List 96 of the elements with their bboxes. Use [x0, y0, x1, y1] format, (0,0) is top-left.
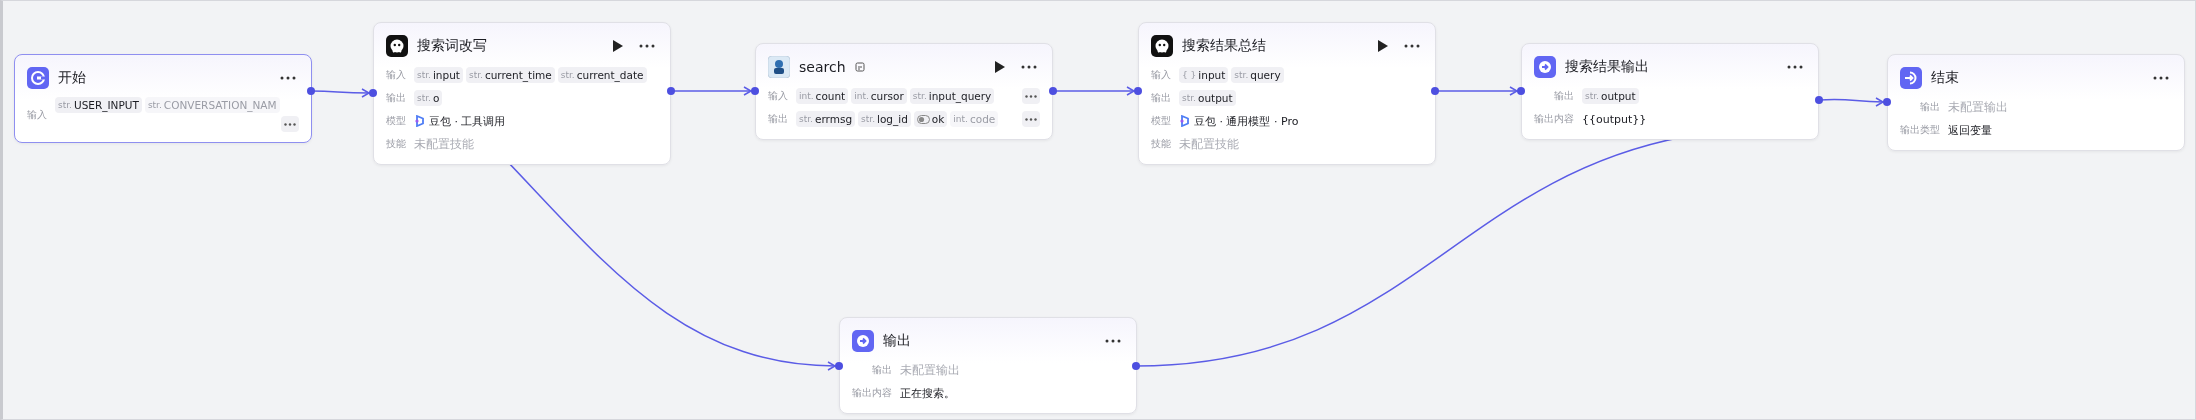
more-icon[interactable]: [639, 44, 655, 48]
toggle-icon: [916, 114, 930, 124]
connection-port[interactable]: [1134, 87, 1142, 95]
node-title: 结束: [1931, 69, 1959, 87]
variable-tag: str. o: [414, 90, 443, 106]
field-label: 输出内容: [852, 386, 892, 400]
field-label: 输入: [1151, 68, 1171, 82]
field-value: 返回变量: [1948, 122, 1992, 138]
node-card[interactable]: 搜索结果输出 输出 str. output 输出内容 {{output}}: [1521, 43, 1819, 140]
field-value: 未配置技能: [414, 135, 474, 153]
more-icon[interactable]: [1021, 65, 1037, 69]
connection-port[interactable]: [369, 89, 377, 97]
variable-tag: str. USER_INPUT: [55, 97, 142, 113]
more-icon[interactable]: [2153, 76, 2169, 80]
plugin-tag-icon: [854, 62, 865, 72]
field-value: 未配置技能: [1179, 135, 1239, 153]
start-icon: [27, 67, 49, 89]
model-name: 豆包 · 工具调用: [414, 113, 506, 129]
model-name: 豆包 · 通用模型 · Pro: [1179, 113, 1299, 129]
field-value: 未配置输出: [900, 361, 960, 379]
field-label: 输出: [1554, 89, 1574, 103]
more-icon[interactable]: [1105, 339, 1121, 343]
field-label: 输入: [386, 68, 406, 82]
field-value: 正在搜索。: [900, 385, 955, 401]
connection-port[interactable]: [1431, 87, 1439, 95]
field-label: 模型: [1151, 114, 1171, 128]
bot-icon: [1151, 35, 1173, 57]
node-title: 开始: [58, 69, 86, 87]
field-label: 输出: [1920, 100, 1940, 114]
variable-tag: ok: [913, 111, 948, 127]
node-card[interactable]: 结束 输出 未配置输出 输出类型 返回变量: [1887, 54, 2185, 151]
variable-tag: str. log_id: [858, 111, 911, 127]
more-icon: [1025, 94, 1037, 98]
field-label: 输出: [872, 363, 892, 377]
field-label: 技能: [1151, 137, 1171, 151]
node-card[interactable]: search 输入 int. count int. cursor str. input_query 输出 str. errmsg str. log_id ok int. code: [755, 43, 1053, 140]
model-logo-icon: [414, 115, 425, 127]
more-icon[interactable]: [280, 76, 296, 80]
node-title: 输出: [883, 332, 911, 350]
variable-tag: str. output: [1179, 90, 1236, 106]
variable-tag: str. CONVERSATION_NAM: [144, 97, 280, 113]
connection-port[interactable]: [1883, 98, 1891, 106]
node-title: 搜索词改写: [417, 37, 487, 55]
connection-port[interactable]: [307, 87, 315, 95]
variable-tag: str. current_date: [557, 67, 647, 83]
field-label: 输出类型: [1900, 123, 1940, 137]
variable-tag: str. current_time: [465, 67, 555, 83]
end-icon: [1900, 67, 1922, 89]
more-icon: [1025, 117, 1037, 121]
variable-tag: str. errmsg: [796, 111, 856, 127]
bot-icon: [386, 35, 408, 57]
plugin-icon: [768, 56, 790, 78]
field-label: 输入: [27, 107, 47, 122]
connection-port[interactable]: [835, 362, 843, 370]
node-title: 搜索结果总结: [1182, 37, 1266, 55]
variable-tag: str. input: [414, 67, 463, 83]
connection-port[interactable]: [1815, 96, 1823, 104]
play-icon[interactable]: [1378, 40, 1388, 52]
more-icon[interactable]: [1404, 44, 1420, 48]
connection-port[interactable]: [1049, 87, 1057, 95]
node-card[interactable]: 搜索词改写 输入 str. input str. current_time str. current_date 输出 str. o 模型 豆包 · 工具调用 技能 未配置技能: [373, 22, 671, 165]
node-card[interactable]: 输出 输出 未配置输出 输出内容 正在搜索。: [839, 317, 1137, 414]
variable-tag: str. output: [1582, 88, 1639, 104]
field-label: 模型: [386, 114, 406, 128]
node-card[interactable]: 搜索结果总结 输入 { } input str. query 输出 str. output 模型 豆包 · 通用模型 · Pro 技能 未配置技能: [1138, 22, 1436, 165]
output-icon: [852, 330, 874, 352]
node-title: 搜索结果输出: [1565, 58, 1649, 76]
connection-port[interactable]: [667, 87, 675, 95]
more-icon[interactable]: [1787, 65, 1803, 69]
field-label: 输出内容: [1534, 112, 1574, 126]
connection-port[interactable]: [751, 87, 759, 95]
variable-tag: str. input_query: [909, 88, 995, 104]
more-button[interactable]: [1022, 88, 1040, 104]
output-icon: [1534, 56, 1556, 78]
variable-tag: { } input: [1179, 67, 1229, 83]
more-icon: [284, 122, 296, 126]
play-icon[interactable]: [995, 61, 1005, 73]
node-title: search: [799, 59, 846, 75]
variable-tag: int. count: [796, 88, 849, 104]
field-label: 输出: [386, 91, 406, 105]
field-label: 输出: [768, 112, 788, 126]
node-card[interactable]: 开始 输入 str. USER_INPUT str. CONVERSATION_NAM: [14, 54, 312, 143]
field-label: 输出: [1151, 91, 1171, 105]
more-button[interactable]: [281, 116, 299, 132]
play-icon[interactable]: [613, 40, 623, 52]
field-value: {{output}}: [1582, 112, 1647, 126]
model-logo-icon: [1179, 115, 1190, 127]
field-label: 输入: [768, 89, 788, 103]
variable-tag: str. query: [1231, 67, 1284, 83]
more-button[interactable]: [1022, 111, 1040, 127]
variable-tag: int. cursor: [851, 88, 907, 104]
connection-port[interactable]: [1517, 87, 1525, 95]
field-value: 未配置输出: [1948, 98, 2008, 116]
field-label: 技能: [386, 137, 406, 151]
variable-tag: int. code: [950, 111, 999, 127]
connection-port[interactable]: [1132, 362, 1140, 370]
